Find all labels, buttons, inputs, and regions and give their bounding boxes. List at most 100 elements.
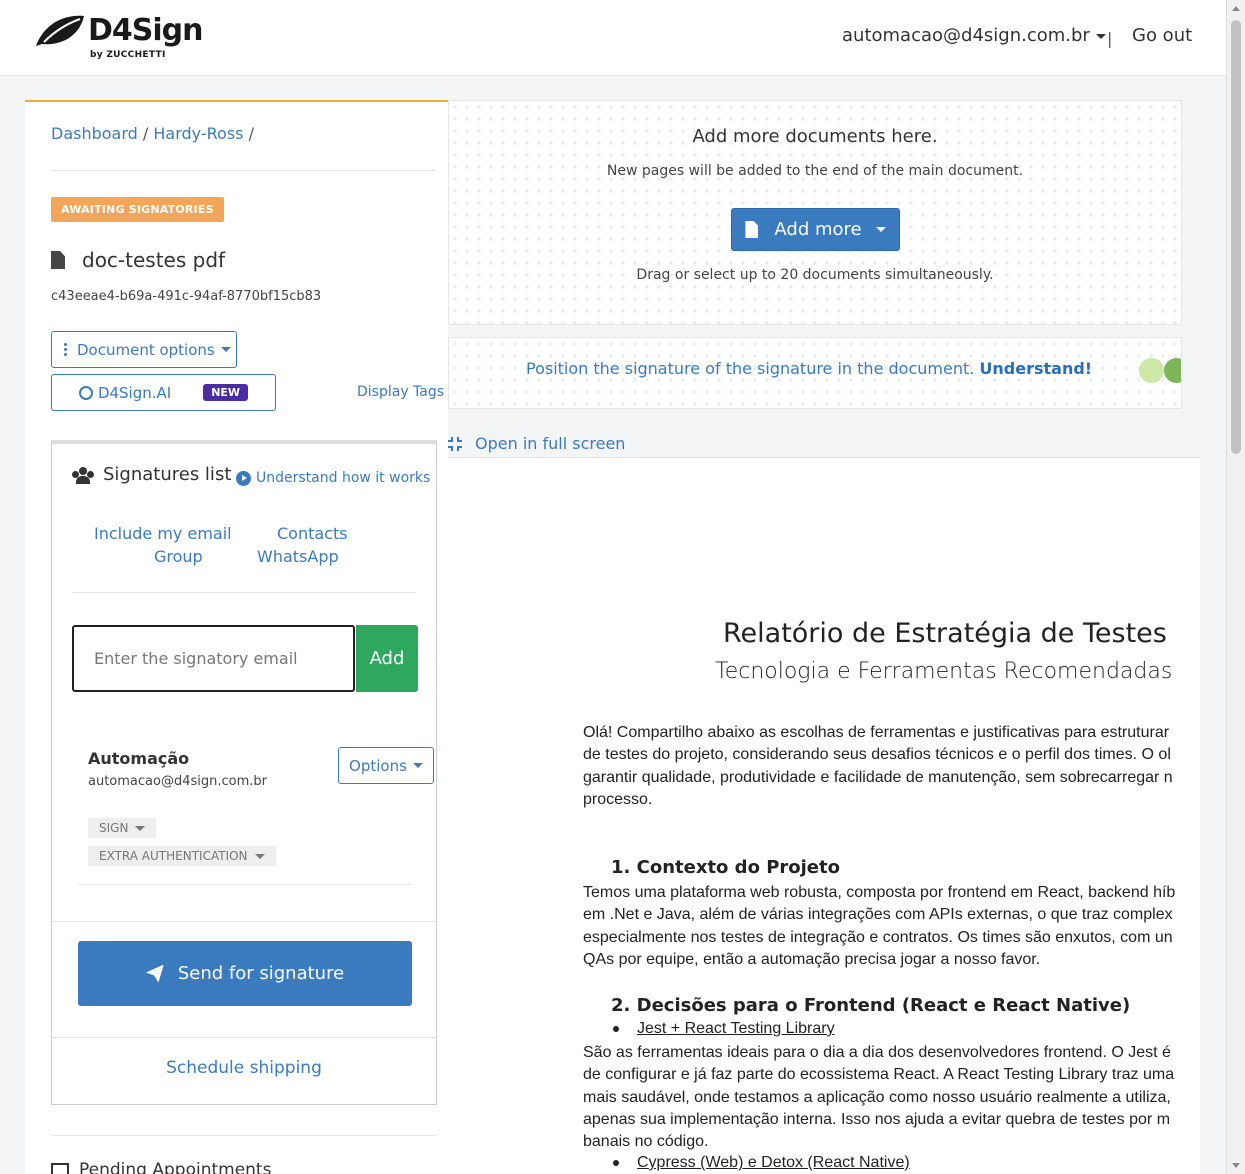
signer-name: Automação [88,749,190,768]
divider [52,1037,436,1038]
pdf-section-heading: 2. Decisões para o Frontend (React e Rea… [611,995,1131,1016]
document-options-button[interactable]: Document options [51,331,237,368]
tip-indicator-light [1139,358,1164,383]
pdf-line: São as ferramentas ideais para o dia a d… [583,1044,1171,1061]
open-fullscreen-link[interactable]: Open in full screen [448,434,625,453]
document-viewer[interactable]: Relatório de Estratégia de Testes Tecnol… [448,458,1200,1174]
pdf-bullet-text: Jest + React Testing Library [637,1020,835,1037]
signature-position-tip: Position the signature of the signature … [448,337,1182,409]
signer-action-dropdown[interactable]: SIGN [88,818,157,838]
pdf-bullet-text: Cypress (Web) e Detox (React Native) [637,1154,910,1171]
document-hash: c43eeae4-b69a-491c-94af-8770bf15cb83 [51,289,322,304]
signer-options-button[interactable]: Options [338,747,434,784]
pdf-bullet: Cypress (Web) e Detox (React Native) [613,1154,910,1172]
upload-title: Add more documents here. [692,126,938,147]
pdf-line: de configurar e já faz parte do ecossist… [583,1066,1175,1083]
signatures-heading: Signatures list [72,464,231,485]
signer-auth-dropdown[interactable]: EXTRA AUTHENTICATION [88,846,276,866]
pdf-line: garantir qualidade, produtividade e faci… [583,769,1173,786]
upload-hint: Drag or select up to 20 documents simult… [636,267,994,283]
d4sign-ai-button[interactable]: D4Sign.AI NEW [51,374,276,411]
tip-indicator-dark [1164,358,1181,383]
document-options-label: Document options [77,340,215,359]
group-link[interactable]: Group [154,547,203,566]
divider [51,1135,437,1136]
top-bar: D4Sign by ZUCCHETTI automacao@d4sign.com… [0,0,1226,76]
pdf-line: Temos uma plataforma web robusta, compos… [583,884,1176,901]
send-for-signature-button[interactable]: Send for signature [78,941,412,1006]
bullet-dot [613,1025,619,1032]
logout-link[interactable]: Go out [1132,25,1192,46]
caret-down-icon [875,227,886,232]
divider [52,921,436,922]
caret-down-icon [220,347,231,352]
new-badge: NEW [203,384,249,401]
scroll-up-arrow[interactable] [1232,6,1240,11]
tip-text: Position the signature of the signature … [526,359,1092,378]
signatory-email-input[interactable] [72,625,355,692]
bullet-dot [613,1159,619,1166]
add-more-label: Add more [774,219,862,240]
caret-down-icon [1095,33,1106,39]
caret-down-icon [135,826,146,831]
pdf-subtitle: Tecnologia e Ferramentas Recomendadas [715,659,1173,684]
display-tags-link[interactable]: Display Tags [357,384,444,400]
user-menu[interactable]: automacao@d4sign.com.br [842,25,1106,46]
header-separator: | [1107,29,1113,48]
add-signatory-button[interactable]: Add [356,625,418,692]
tip-message: Position the signature of the signature … [526,359,975,378]
divider [51,170,436,171]
pdf-line: Olá! Compartilho abaixo as escolhas de f… [583,724,1170,741]
breadcrumb-folder[interactable]: Hardy-Ross [153,124,243,143]
user-email: automacao@d4sign.com.br [842,25,1090,46]
globe-icon [78,385,93,400]
page-scrollbar[interactable] [1226,0,1245,1174]
divider [72,592,416,593]
paper-plane-icon [145,964,164,983]
document-sidebar: Dashboard / Hardy-Ross / AWAITING SIGNAT… [25,100,448,1174]
users-icon [72,466,94,484]
list-icon [51,1162,69,1174]
contacts-link[interactable]: Contacts [277,524,348,543]
signer-options-label: Options [349,756,407,775]
signatures-title: Signatures list [103,464,232,485]
signatures-card: Signatures list Understand how it works … [51,440,437,1105]
play-circle-icon [236,470,251,486]
understand-how-link[interactable]: Understand how it works [236,470,430,486]
add-more-button[interactable]: Add more [731,208,900,251]
pdf-line: de testes do projeto, considerando seus … [583,746,1171,763]
upload-subtitle: New pages will be added to the end of th… [606,163,1024,179]
file-icon [51,251,65,269]
schedule-shipping-link[interactable]: Schedule shipping [52,1058,436,1078]
breadcrumb-separator: / [142,124,149,143]
ai-label: D4Sign.AI [97,383,172,402]
pending-title: Pending Appointments [79,1160,272,1174]
scroll-thumb[interactable] [1231,20,1241,454]
scroll-down-arrow[interactable] [1232,1163,1240,1168]
signer-action-label: SIGN [99,821,129,835]
fullscreen-label: Open in full screen [475,434,626,453]
compress-icon [448,436,462,451]
d4sign-logo[interactable]: D4Sign by ZUCCHETTI [34,13,203,60]
understand-label: Understand how it works [256,470,431,486]
pdf-line: processo. [583,791,653,808]
document-name: doc-testes pdf [82,248,226,272]
pdf-section-heading: 1. Contexto do Projeto [611,857,840,878]
divider [78,884,412,885]
breadcrumb-dashboard[interactable]: Dashboard [51,124,138,143]
include-my-email-link[interactable]: Include my email [94,524,232,543]
pdf-line: banais no código. [583,1133,709,1150]
understand-tip-link[interactable]: Understand! [979,359,1092,378]
logo-leaf-icon [36,15,84,46]
pending-appointments-heading: Pending Appointments [51,1160,271,1174]
pdf-line: especialmente nos testes de integração e… [583,929,1173,946]
whatsapp-link[interactable]: WhatsApp [257,547,339,566]
pdf-bullet: Jest + React Testing Library [613,1020,835,1038]
signer-auth-label: EXTRA AUTHENTICATION [99,849,248,863]
logo-text: D4Sign [88,13,203,48]
pdf-title: Relatório de Estratégia de Testes [723,618,1167,649]
logo-subtext: by ZUCCHETTI [90,50,166,60]
add-documents-dropzone[interactable]: Add more documents here. New pages will … [448,100,1182,325]
status-badge: AWAITING SIGNATORIES [51,197,224,222]
pdf-line: em .Net e Java, além de várias integraçõ… [583,906,1173,923]
